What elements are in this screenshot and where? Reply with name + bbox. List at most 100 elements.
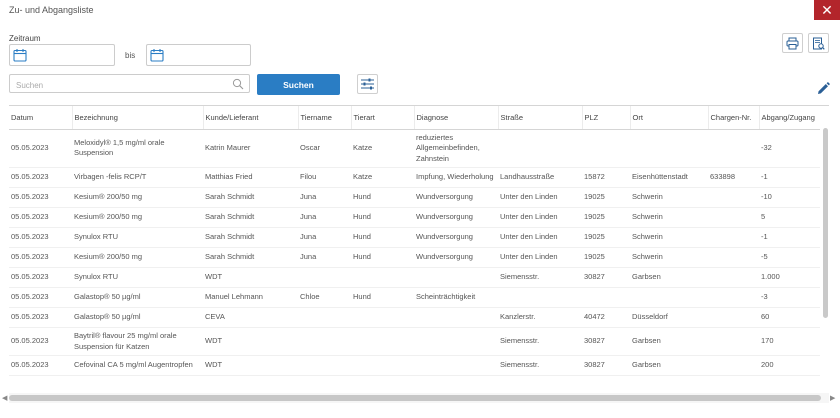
table-cell [708,356,759,376]
table-row[interactable]: 05.05.2023 Kesium® 200/50 mg Sarah Schmidt… [9,208,820,228]
table-cell: Galastop® 50 µg/ml [74,292,141,302]
search-button[interactable]: Suchen [257,74,340,95]
table-cell: Synulox RTU [74,232,119,242]
scroll-left-icon[interactable]: ◀ [2,394,7,402]
column-header[interactable]: Diagnose [414,106,499,130]
table-cell: Cefovinal CA 5 mg/ml Augentropfen [74,360,193,370]
table-cell: Kesium® 200/50 mg [74,192,143,202]
column-header[interactable]: Chargen-Nr. [708,106,760,130]
edit-icon[interactable] [817,82,830,95]
table-row[interactable]: 05.05.2023 Synulox RTU Sarah Schmidt Juna Hu… [9,228,820,248]
table-row[interactable]: 05.05.2023 Galastop® 50 µg/ml Manuel Lehma… [9,288,820,308]
table-cell: 05.05.2023 [11,336,49,346]
sliders-icon [361,78,374,90]
table-cell [498,288,582,308]
table-cell: 05.05.2023 [11,292,49,302]
table-cell: 30827 [584,360,605,370]
table-cell: 19025 [584,232,605,242]
column-header[interactable]: Straße [498,106,583,130]
column-header[interactable]: Datum [9,106,73,130]
calendar-icon[interactable] [150,48,164,62]
close-button[interactable]: ✕ [814,0,840,20]
column-header[interactable]: Abgang/Zugang [759,106,820,130]
table-cell: Filou [300,172,317,182]
table-cell: Unter den Linden [500,252,558,262]
column-header[interactable]: Tierart [351,106,415,130]
table-cell: WDT [205,272,223,282]
print-preview-button[interactable] [808,33,829,53]
table-cell [708,129,759,168]
table-row[interactable]: 05.05.2023 Virbagen -felis RCP/T Matthias … [9,168,820,188]
table-cell: Hund [353,292,371,302]
table-cell: Synulox RTU [74,272,119,282]
table-cell: 60 [761,312,770,322]
table-cell [351,268,414,288]
table-cell [414,356,498,376]
scroll-right-icon[interactable]: ▶ [830,394,835,402]
table-cell: Katze [353,172,373,182]
table-cell: 40472 [584,312,605,322]
column-header[interactable]: Kunde/Lieferant [203,106,299,130]
table-cell: 05.05.2023 [11,143,49,152]
table-cell: 05.05.2023 [11,172,49,182]
vertical-scrollbar[interactable] [823,128,828,318]
print-button[interactable] [782,33,803,53]
table-cell [351,356,414,376]
table-cell: Chloe [300,292,320,302]
search-field[interactable] [9,74,250,94]
calendar-icon[interactable] [13,48,27,62]
filter-settings-button[interactable] [357,74,378,94]
table-cell [708,208,759,228]
table-cell: Unter den Linden [500,192,558,202]
date-from-field[interactable] [9,44,115,66]
table-cell: Eisenhüttenstadt [632,172,688,182]
table-cell: Galastop® 50 µg/ml [74,312,141,322]
table-row[interactable]: 05.05.2023 Synulox RTU WDT Siemensstr. 30827… [9,268,820,288]
table-cell: Juna [300,192,317,202]
table-cell: Schwerin [632,232,663,242]
table-cell: Landhausstraße [500,172,555,182]
table-cell: CEVA [205,312,225,322]
table-row[interactable]: 05.05.2023 Meloxidyl® 1,5 mg/ml orale Sus… [9,129,820,168]
column-header[interactable]: Tiername [298,106,352,130]
table-cell: -32 [761,143,772,152]
table-cell: 633898 [710,172,736,182]
zeitraum-label: Zeitraum [9,34,41,43]
table-row[interactable]: 05.05.2023 Cefovinal CA 5 mg/ml Augentrop… [9,356,820,376]
horizontal-scrollbar[interactable] [9,395,821,401]
table-header-row: Datum Bezeichnung Kunde/Lieferant Tierna… [9,106,820,130]
table-cell [708,188,759,208]
column-header[interactable]: Bezeichnung [72,106,204,130]
table-cell [298,328,351,356]
table-cell: Düsseldorf [632,312,668,322]
table-row[interactable]: 05.05.2023 Kesium® 200/50 mg Sarah Schmidt… [9,248,820,268]
table-cell: Juna [300,232,317,242]
table-cell [582,129,630,168]
table-cell: 05.05.2023 [11,252,49,262]
table-cell: Baytril® flavour 25 mg/ml orale Suspensi… [74,331,177,351]
table-cell: Unter den Linden [500,212,558,222]
document-search-icon [813,37,825,50]
table-row[interactable]: 05.05.2023 Baytril® flavour 25 mg/ml oral… [9,328,820,356]
table-cell: Schwerin [632,252,663,262]
table-cell: Oscar [300,143,321,152]
table-cell: Hund [353,212,371,222]
table-row[interactable]: 05.05.2023 Galastop® 50 µg/ml CEVA Kanzlers… [9,308,820,328]
column-header[interactable]: Ort [630,106,709,130]
data-table: Datum Bezeichnung Kunde/Lieferant Tierna… [9,105,829,395]
table-cell [582,288,630,308]
table-cell: Siemensstr. [500,272,540,282]
table-cell: -10 [761,192,772,202]
search-input[interactable] [10,77,225,94]
table-row[interactable]: 05.05.2023 Kesium® 200/50 mg Sarah Schmidt… [9,188,820,208]
table-cell: Katrin Maurer [205,143,251,152]
column-header[interactable]: PLZ [582,106,631,130]
date-to-field[interactable] [146,44,251,66]
close-icon: ✕ [821,1,833,18]
table-cell: 05.05.2023 [11,272,49,282]
table-cell: Kesium® 200/50 mg [74,212,143,222]
table-cell [351,308,414,328]
table-cell [708,308,759,328]
search-icon[interactable] [232,78,244,90]
table-cell [708,228,759,248]
